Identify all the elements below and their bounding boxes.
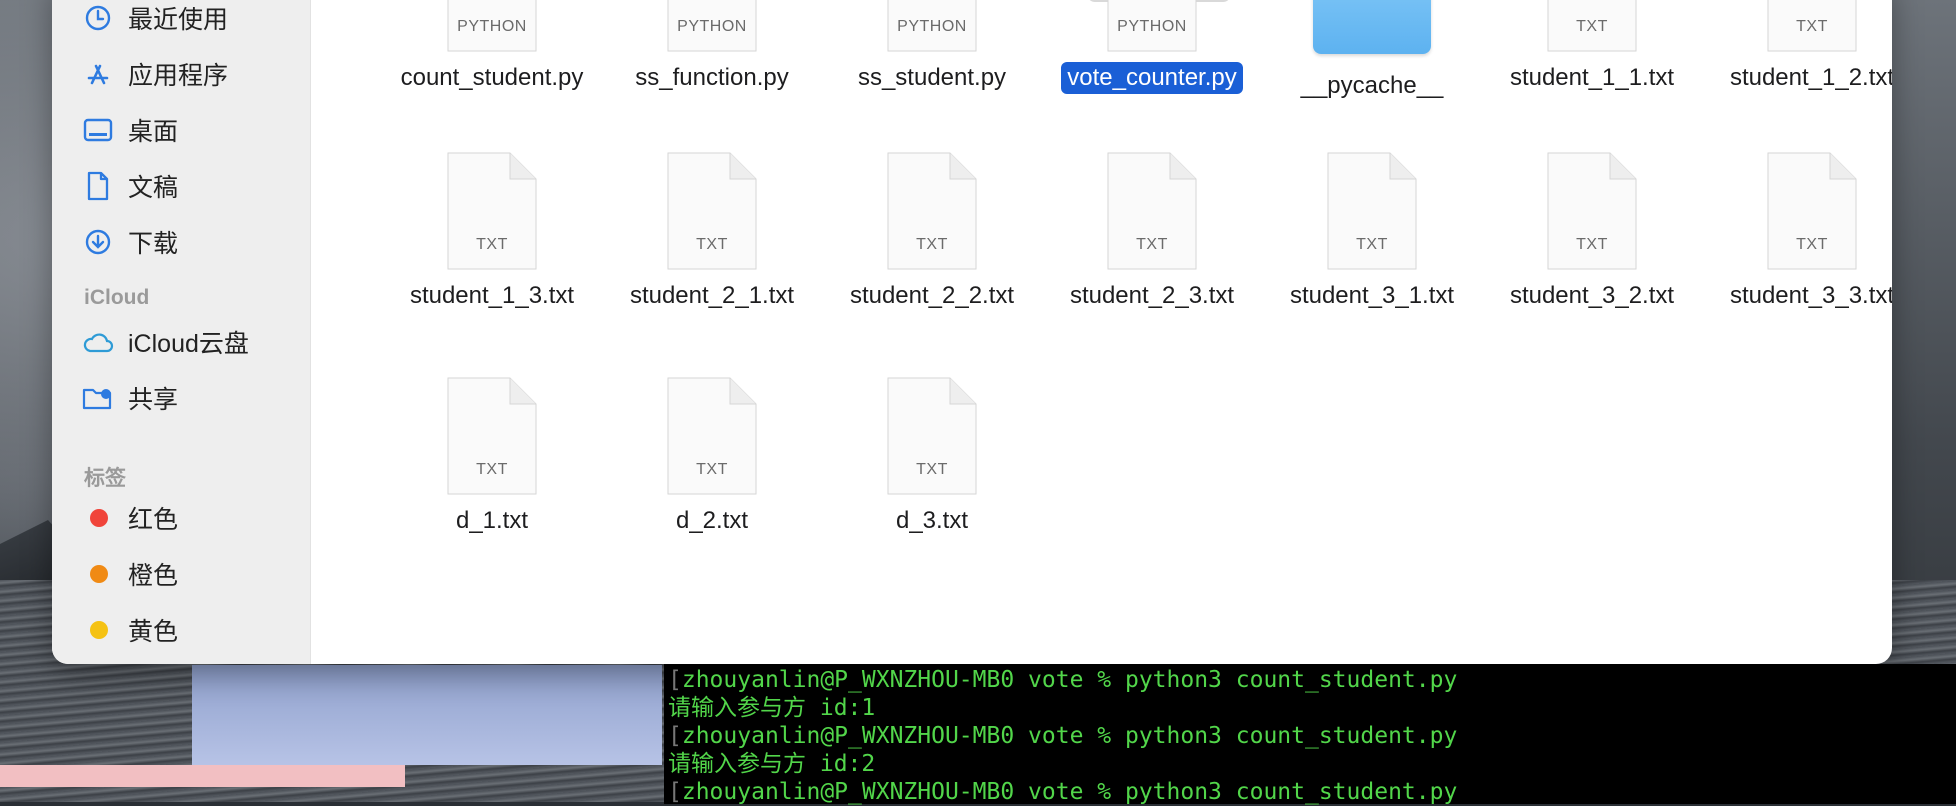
finder-sidebar: 最近使用 应用程序 桌面 文稿 下载 iCloud iCloud云盘 共享 标签… (52, 0, 311, 664)
file-d-2[interactable]: TXT d_2.txt (602, 377, 822, 537)
sidebar-item-label: 最近使用 (128, 6, 229, 34)
terminal-line: [zhouyanlin@P_WXNZHOU-MB0 vote % python3… (668, 723, 1458, 749)
text-file-icon: TXT (1107, 152, 1197, 270)
download-icon (82, 226, 114, 258)
file-name: student_2_1.txt (629, 282, 795, 309)
sidebar-item-label: iCloud云盘 (128, 330, 249, 358)
sidebar-item-label: 共享 (128, 386, 179, 414)
sidebar-item-applications[interactable]: 应用程序 (82, 54, 228, 94)
file-grid: PYTHON count_student.py PYTHON ss_functi… (310, 0, 1892, 664)
desktop-icon (82, 114, 114, 146)
text-file-icon: TXT (667, 377, 757, 495)
terminal-line: 请输入参与方 id:2 (668, 751, 876, 777)
file-name: d_3.txt (895, 507, 969, 534)
cloud-icon (82, 326, 114, 358)
file-student-2-3[interactable]: TXT student_2_3.txt (1042, 152, 1262, 312)
file-vote-counter-selected[interactable]: PYTHON vote_counter.py (1042, 0, 1262, 94)
file-name: student_1_1.txt (1509, 64, 1675, 91)
sidebar-item-label: 红色 (128, 506, 179, 534)
text-file-icon: TXT (1547, 0, 1637, 52)
text-file-icon: TXT (1547, 152, 1637, 270)
app-store-icon (82, 58, 114, 90)
yellow-tag-icon (90, 621, 108, 639)
file-student-2-2[interactable]: TXT student_2_2.txt (822, 152, 1042, 312)
file-name: student_3_2.txt (1509, 282, 1675, 309)
folder-icon (1313, 0, 1431, 54)
text-file-icon: TXT (447, 377, 537, 495)
sidebar-item-label: 黄色 (128, 618, 179, 646)
sidebar-section-icloud: iCloud (84, 286, 150, 309)
sidebar-item-recents[interactable]: 最近使用 (82, 0, 228, 38)
text-file-icon: TXT (887, 152, 977, 270)
terminal-line: [zhouyanlin@P_WXNZHOU-MB0 vote % python3… (668, 667, 1458, 693)
sidebar-item-label: 桌面 (128, 118, 179, 146)
file-name: ss_student.py (857, 64, 1007, 91)
finder-window: 最近使用 应用程序 桌面 文稿 下载 iCloud iCloud云盘 共享 标签… (52, 0, 1892, 664)
text-file-icon: TXT (1767, 152, 1857, 270)
terminal-window[interactable]: [zhouyanlin@P_WXNZHOU-MB0 vote % python3… (664, 664, 1956, 805)
text-file-icon: TXT (1327, 152, 1417, 270)
file-d-3[interactable]: TXT d_3.txt (822, 377, 1042, 537)
file-ss-student[interactable]: PYTHON ss_student.py (822, 0, 1042, 94)
file-name: d_1.txt (455, 507, 529, 534)
sidebar-item-downloads[interactable]: 下载 (82, 222, 178, 262)
file-student-1-1[interactable]: TXT student_1_1.txt (1482, 0, 1702, 94)
sidebar-item-icloud-drive[interactable]: iCloud云盘 (82, 322, 249, 362)
sidebar-item-label: 应用程序 (128, 62, 229, 90)
background-window[interactable] (192, 665, 662, 765)
red-tag-icon (90, 509, 108, 527)
sidebar-item-shared[interactable]: 共享 (82, 378, 178, 418)
sidebar-tag-orange[interactable]: 橙色 (82, 554, 178, 594)
sidebar-tag-red[interactable]: 红色 (82, 498, 178, 538)
python-file-icon: PYTHON (667, 0, 757, 52)
file-student-3-1[interactable]: TXT student_3_1.txt (1262, 152, 1482, 312)
sidebar-tag-yellow[interactable]: 黄色 (82, 610, 178, 650)
file-name: __pycache__ (1300, 72, 1444, 99)
file-name: student_3_1.txt (1289, 282, 1455, 309)
sidebar-item-label: 橙色 (128, 562, 179, 590)
file-count-student[interactable]: PYTHON count_student.py (382, 0, 602, 94)
text-file-icon: TXT (1767, 0, 1857, 52)
shared-folder-icon (82, 382, 114, 414)
file-d-1[interactable]: TXT d_1.txt (382, 377, 602, 537)
file-name: d_2.txt (675, 507, 749, 534)
background-window-strip[interactable] (0, 765, 405, 787)
sidebar-section-tags: 标签 (84, 467, 126, 490)
text-file-icon: TXT (887, 377, 977, 495)
file-name: student_3_3.txt (1729, 282, 1892, 309)
file-student-2-1[interactable]: TXT student_2_1.txt (602, 152, 822, 312)
python-file-icon: PYTHON (887, 0, 977, 52)
text-file-icon: TXT (667, 152, 757, 270)
file-student-3-2[interactable]: TXT student_3_2.txt (1482, 152, 1702, 312)
orange-tag-icon (90, 565, 108, 583)
sidebar-item-label: 下载 (128, 230, 179, 258)
python-file-icon: PYTHON (447, 0, 537, 52)
file-name: ss_function.py (635, 64, 789, 91)
file-name: student_2_3.txt (1069, 282, 1235, 309)
file-name: student_1_3.txt (409, 282, 575, 309)
file-student-1-2[interactable]: TXT student_1_2.txt (1702, 0, 1892, 94)
terminal-line: 请输入参与方 id:1 (668, 695, 876, 721)
sidebar-item-documents[interactable]: 文稿 (82, 166, 178, 206)
text-file-icon: TXT (447, 152, 537, 270)
file-name: count_student.py (400, 64, 584, 91)
folder-pycache[interactable]: __pycache__ (1262, 0, 1482, 102)
document-icon (82, 170, 114, 202)
sidebar-item-desktop[interactable]: 桌面 (82, 110, 178, 150)
python-file-icon: PYTHON (1087, 0, 1231, 52)
clock-icon (82, 2, 114, 34)
file-student-3-3[interactable]: TXT student_3_3.txt (1702, 152, 1892, 312)
file-name: student_2_2.txt (849, 282, 1015, 309)
sidebar-item-label: 文稿 (128, 174, 179, 202)
file-name: student_1_2.txt (1729, 64, 1892, 91)
file-student-1-3[interactable]: TXT student_1_3.txt (382, 152, 602, 312)
file-name: vote_counter.py (1061, 62, 1243, 94)
file-ss-function[interactable]: PYTHON ss_function.py (602, 0, 822, 94)
